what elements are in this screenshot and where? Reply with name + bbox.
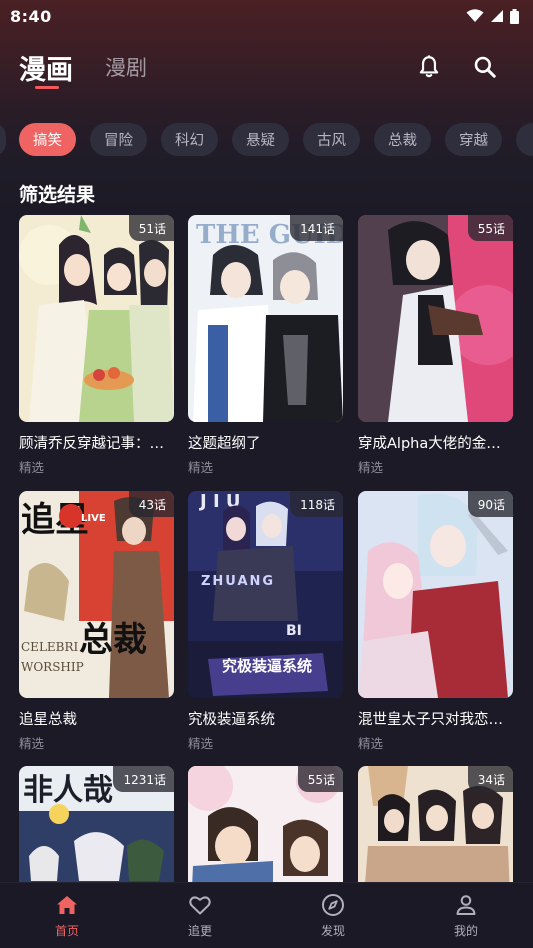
profile-icon <box>456 895 476 915</box>
episode-count-badge: 1231话 <box>113 766 174 792</box>
nav-label-profile: 我的 <box>453 924 478 938</box>
comic-cover: 51话 <box>19 215 174 422</box>
comic-cover: 追星 LIVE 总裁 CELEBRI WORSHIP 43话 <box>19 491 174 698</box>
comic-card[interactable]: 90话 混世皇太子只对我恋爱脑 精选 <box>358 491 513 752</box>
nav-item-home[interactable]: 首页 <box>27 893 107 943</box>
signal-icon <box>491 10 503 22</box>
comic-title: 顾清乔反穿越记事：古代女子在现代 <box>19 436 174 452</box>
comic-cover: J I U ZHUANG BI 究极装逼系统 118话 <box>188 491 343 698</box>
comic-tag: 精选 <box>188 736 214 751</box>
comic-card[interactable]: 追星 LIVE 总裁 CELEBRI WORSHIP 43话 追星总裁 精选 <box>19 491 174 752</box>
episode-count-badge: 43话 <box>128 491 174 517</box>
comic-tag: 精选 <box>358 736 384 751</box>
comic-cover: THE GUIDE 141话 <box>188 215 343 422</box>
filter-chip-bar[interactable]: 搞笑 冒险 科幻 悬疑 古风 总裁 穿越 <box>0 123 533 157</box>
episode-count-badge: 90话 <box>467 491 513 517</box>
nav-label-discover: 发现 <box>320 924 345 938</box>
cover-logo-bottom: 总裁 <box>79 620 147 660</box>
episode-count-badge: 118话 <box>290 491 343 517</box>
filter-chip-gaoxiao[interactable]: 搞笑 <box>19 123 76 156</box>
nav-item-follow[interactable]: 追更 <box>160 893 240 943</box>
nav-item-discover[interactable]: 发现 <box>293 893 373 943</box>
wifi-icon <box>466 9 484 22</box>
tab-manhua[interactable]: 漫画 <box>19 48 73 87</box>
comic-tag: 精选 <box>358 460 384 475</box>
comic-title: 追星总裁 <box>19 712 77 728</box>
comic-card[interactable]: 51话 顾清乔反穿越记事：古代女子在现代 精选 <box>19 215 174 476</box>
bottom-nav: 首页 追更 发现 我的 <box>0 882 533 948</box>
comic-title: 混世皇太子只对我恋爱脑 <box>358 712 513 728</box>
status-time: 8:40 <box>10 6 52 26</box>
cover-logo: 非人哉 <box>23 773 113 808</box>
nav-label-home: 首页 <box>54 924 79 938</box>
filter-chip-zongcai[interactable]: 总裁 <box>374 123 431 156</box>
heart-icon <box>189 896 211 915</box>
compass-icon <box>322 894 344 916</box>
active-tab-indicator <box>35 86 59 89</box>
comic-card[interactable]: J I U ZHUANG BI 究极装逼系统 118话 究极装逼系统 精选 <box>188 491 343 752</box>
comic-title: 究极装逼系统 <box>188 712 275 728</box>
comic-card[interactable]: THE GUIDE 141话 这题超纲了 精选 <box>188 215 343 476</box>
top-header: 漫画 漫剧 <box>0 40 533 100</box>
cover-logo: 究极装逼系统 <box>222 657 312 675</box>
status-bar: 8:40 <box>0 0 533 32</box>
filter-chip-partial-left[interactable] <box>0 123 6 156</box>
filter-chip-partial-right[interactable] <box>516 123 533 156</box>
filter-chip-chuanyue[interactable]: 穿越 <box>445 123 502 156</box>
episode-count-badge: 141话 <box>290 215 343 241</box>
nav-label-follow: 追更 <box>187 924 212 938</box>
status-icons <box>466 8 519 24</box>
home-icon <box>57 896 77 914</box>
comic-title: 穿成Alpha大佬的金丝雀 <box>358 436 513 452</box>
cover-worship-text: WORSHIP <box>21 660 84 674</box>
cover-bi-text: BI <box>286 623 302 639</box>
comic-cover: 55话 <box>358 215 513 422</box>
episode-count-badge: 55话 <box>297 766 343 792</box>
cover-celeb-text: CELEBRI <box>21 640 79 654</box>
cover-mid-text: ZHUANG <box>201 574 275 589</box>
tab-manju[interactable]: 漫剧 <box>105 52 147 82</box>
nav-item-profile[interactable]: 我的 <box>426 893 506 943</box>
filter-chip-maoxian[interactable]: 冒险 <box>90 123 147 156</box>
comic-card[interactable]: 55话 穿成Alpha大佬的金丝雀 精选 <box>358 215 513 476</box>
cover-live-text: LIVE <box>81 513 106 524</box>
battery-icon <box>510 8 519 24</box>
filter-chip-gufeng[interactable]: 古风 <box>303 123 360 156</box>
comic-cover: 90话 <box>358 491 513 698</box>
comic-title: 这题超纲了 <box>188 436 261 452</box>
comic-tag: 精选 <box>19 460 45 475</box>
search-icon[interactable] <box>472 54 498 80</box>
comic-tag: 精选 <box>19 736 45 751</box>
episode-count-badge: 34话 <box>467 766 513 792</box>
filter-chip-xuanyi[interactable]: 悬疑 <box>232 123 289 156</box>
filter-chip-kehuan[interactable]: 科幻 <box>161 123 218 156</box>
bell-icon[interactable] <box>416 54 442 80</box>
episode-count-badge: 51话 <box>128 215 174 241</box>
episode-count-badge: 55话 <box>467 215 513 241</box>
comic-tag: 精选 <box>188 460 214 475</box>
app-root: 8:40 漫画 漫剧 搞笑 冒险 科幻 悬疑 古风 总裁 穿越 筛选结果 51话… <box>0 0 533 948</box>
section-title: 筛选结果 <box>19 184 96 206</box>
